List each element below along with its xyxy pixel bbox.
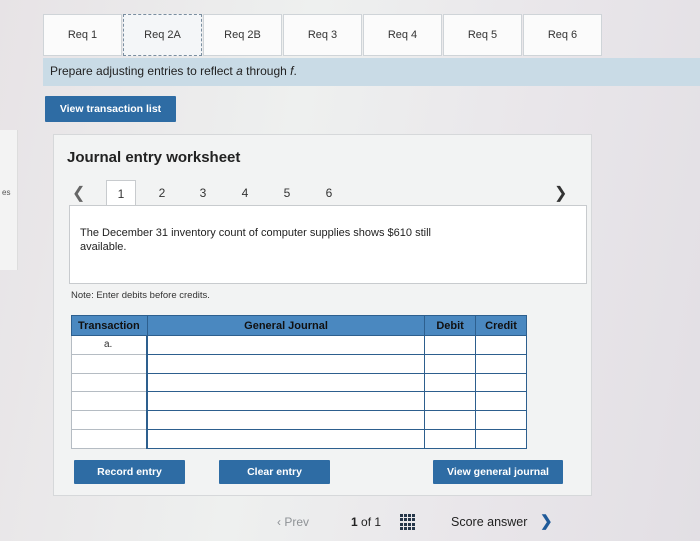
debit-input[interactable] (424, 428, 477, 449)
view-transaction-list-button[interactable]: View transaction list (45, 96, 176, 122)
pager-page-4[interactable]: 4 (230, 180, 260, 206)
tab-req-2a[interactable]: Req 2A (123, 14, 202, 56)
grid-icon[interactable] (400, 514, 416, 530)
credit-input[interactable] (475, 372, 527, 393)
view-general-journal-button[interactable]: View general journal (433, 460, 563, 484)
record-entry-button[interactable]: Record entry (74, 460, 185, 484)
pager-page-3[interactable]: 3 (188, 180, 218, 206)
transaction-cell (71, 353, 148, 374)
debit-credit-note: Note: Enter debits before credits. (71, 290, 210, 301)
score-answer-label[interactable]: Score answer (451, 515, 527, 529)
pager-page-6[interactable]: 6 (314, 180, 344, 206)
credit-input[interactable] (475, 335, 527, 355)
instruction-text: Prepare adjusting entries to reflect a t… (50, 64, 297, 78)
credit-input[interactable] (475, 391, 527, 412)
account-input[interactable] (146, 410, 426, 430)
tab-req-5[interactable]: Req 5 (443, 14, 522, 56)
debit-input[interactable] (424, 353, 477, 374)
left-panel-text: es (2, 188, 11, 197)
table-row: a. (71, 335, 527, 355)
transaction-cell (71, 391, 148, 412)
account-input[interactable] (146, 353, 426, 374)
worksheet-pager: ❮ 1 2 3 4 5 6 ❯ (66, 180, 588, 206)
worksheet-title: Journal entry worksheet (67, 149, 241, 166)
account-input[interactable] (146, 372, 426, 393)
tab-req-1[interactable]: Req 1 (43, 14, 122, 56)
footer-nav: ‹ Prev 1 of 1 Score answer ❯ (0, 505, 700, 541)
requirement-tabs: Req 1 Req 2A Req 2B Req 3 Req 4 Req 5 Re… (43, 14, 603, 56)
left-panel-stub: es (0, 130, 18, 270)
chevron-right-icon[interactable]: ❯ (554, 183, 567, 203)
account-input[interactable] (146, 391, 426, 412)
chevron-left-icon[interactable]: ❮ (72, 183, 85, 203)
header-debit: Debit (424, 315, 477, 336)
debit-input[interactable] (424, 410, 477, 430)
pager-page-2[interactable]: 2 (147, 180, 177, 206)
tab-req-6[interactable]: Req 6 (523, 14, 602, 56)
table-row (71, 372, 527, 393)
table-row (71, 391, 527, 412)
account-input[interactable] (146, 335, 426, 355)
credit-input[interactable] (475, 428, 527, 449)
transaction-cell (71, 428, 148, 449)
debit-input[interactable] (424, 335, 477, 355)
chevron-right-icon[interactable]: ❯ (540, 512, 553, 530)
page-indicator: 1 of 1 (351, 515, 382, 529)
transaction-cell (71, 410, 148, 430)
prev-button[interactable]: ‹ Prev (277, 515, 309, 529)
transaction-description: The December 31 inventory count of compu… (80, 227, 431, 253)
pager-page-5[interactable]: 5 (272, 180, 302, 206)
debit-input[interactable] (424, 391, 477, 412)
header-transaction: Transaction (71, 315, 148, 336)
transaction-cell: a. (71, 335, 148, 355)
header-credit: Credit (475, 315, 527, 336)
journal-table: Transaction General Journal Debit Credit… (71, 315, 527, 449)
tab-req-3[interactable]: Req 3 (283, 14, 362, 56)
prev-label: Prev (284, 515, 310, 529)
tab-req-2b[interactable]: Req 2B (203, 14, 282, 56)
credit-input[interactable] (475, 410, 527, 430)
pager-page-1[interactable]: 1 (106, 180, 136, 206)
table-row (71, 353, 527, 374)
clear-entry-button[interactable]: Clear entry (219, 460, 330, 484)
account-input[interactable] (146, 428, 426, 449)
table-row (71, 428, 527, 449)
header-general-journal: General Journal (146, 315, 426, 336)
debit-input[interactable] (424, 372, 477, 393)
tab-req-4[interactable]: Req 4 (363, 14, 442, 56)
table-row (71, 410, 527, 430)
transaction-cell (71, 372, 148, 393)
credit-input[interactable] (475, 353, 527, 374)
